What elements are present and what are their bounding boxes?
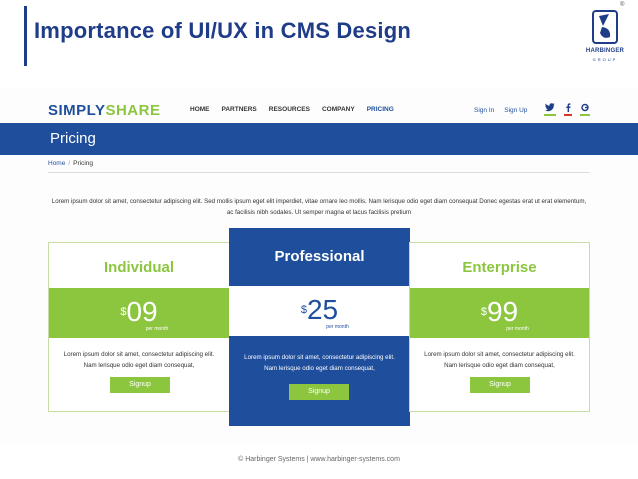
signup-button[interactable]: Signup	[289, 384, 349, 400]
pricing-card-enterprise: Enterprise $99 per month Lorem ipsum dol…	[409, 242, 590, 412]
breadcrumb-divider	[48, 172, 590, 173]
breadcrumb: Home / Pricing	[48, 160, 93, 167]
auth-links: Sign In Sign Up	[474, 107, 527, 114]
twitter-icon[interactable]	[544, 103, 556, 116]
price-amount: 99	[486, 296, 519, 327]
price-period: per month	[506, 326, 529, 332]
breadcrumb-home[interactable]: Home	[48, 160, 65, 167]
facebook-icon[interactable]	[564, 103, 572, 116]
registered-mark: ®	[620, 2, 625, 8]
plan-name: Professional	[274, 248, 365, 265]
harbinger-logo-icon	[592, 10, 618, 44]
logo-group: GROUP	[592, 57, 618, 62]
nav-company[interactable]: COMPANY	[322, 106, 355, 113]
signup-button[interactable]: Signup	[110, 377, 170, 393]
plan-description: Lorem ipsum dolor sit amet, consectetur …	[63, 351, 215, 369]
slide-footer: © Harbinger Systems | www.harbinger-syst…	[238, 456, 400, 463]
price-band: $99 per month	[410, 288, 589, 338]
breadcrumb-separator: /	[68, 160, 71, 167]
plan-price: $25	[229, 294, 410, 326]
pricing-card-professional: Professional $25 per month Lorem ipsum d…	[229, 228, 410, 426]
nav-partners[interactable]: PARTNERS	[222, 106, 257, 113]
price-amount: 09	[126, 296, 158, 327]
plan-description: Lorem ipsum dolor sit amet, consectetur …	[424, 351, 575, 369]
nav-resources[interactable]: RESOURCES	[269, 106, 310, 113]
pricing-card-individual: Individual $09 per month Lorem ipsum dol…	[48, 242, 230, 412]
google-plus-icon[interactable]	[580, 103, 590, 116]
nav-pricing[interactable]: PRICING	[367, 106, 394, 113]
plan-price: $09	[49, 296, 229, 328]
simplyshare-logo[interactable]: SIMPLYSHARE	[48, 102, 160, 119]
price-period: per month	[145, 326, 169, 332]
brand-part1: SIMPLY	[48, 102, 106, 119]
price-amount: 25	[306, 294, 339, 325]
social-links	[544, 103, 590, 116]
signup-button[interactable]: Signup	[470, 377, 530, 393]
slide-accent-bar	[24, 6, 27, 66]
harbinger-logo: HARBINGER GROUP	[580, 6, 630, 68]
price-period: per month	[326, 324, 349, 330]
logo-name: HARBINGER	[585, 48, 625, 54]
price-band: $09 per month	[49, 288, 229, 338]
brand-part2: SHARE	[105, 102, 161, 119]
plan-description: Lorem ipsum dolor sit amet, consectetur …	[244, 354, 395, 372]
plan-name: Enterprise	[462, 259, 537, 276]
sign-up-link[interactable]: Sign Up	[504, 107, 527, 114]
nav-home[interactable]: HOME	[190, 106, 210, 113]
breadcrumb-current: Pricing	[73, 160, 94, 167]
page-title: Pricing	[50, 130, 96, 147]
intro-text: Lorem ipsum dolor sit amet, consectetur …	[51, 198, 587, 216]
price-band: $25 per month	[229, 286, 410, 336]
sign-in-link[interactable]: Sign In	[474, 107, 494, 114]
page-header-bar: Pricing	[0, 123, 638, 155]
plan-price: $99	[410, 296, 589, 328]
slide-title: Importance of UI/UX in CMS Design	[34, 18, 411, 43]
plan-name: Individual	[103, 259, 174, 276]
main-nav: HOME PARTNERS RESOURCES COMPANY PRICING	[190, 106, 394, 113]
